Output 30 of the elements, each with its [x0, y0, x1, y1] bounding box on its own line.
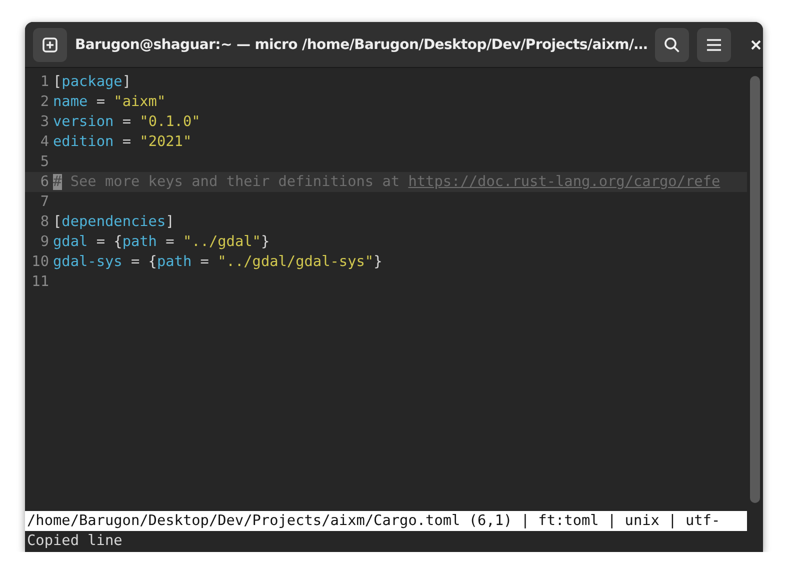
message-line: Copied line: [26, 532, 124, 551]
plus-square-icon: [42, 36, 58, 52]
close-icon: [751, 40, 762, 50]
window-title: Barugon@shaguar:~ — micro /home/Barugon/Desktop/Dev/Projects/aixm/…: [75, 36, 648, 52]
code-text: [dependencies]: [53, 213, 174, 232]
scrollbar[interactable]: [750, 76, 760, 503]
line-number: 8: [39, 213, 50, 232]
line-number: 1: [39, 73, 50, 92]
line-number: 5: [39, 153, 50, 172]
code-text: [package]: [53, 73, 131, 92]
line-number: 4: [39, 133, 50, 152]
line-number: 6: [39, 173, 50, 192]
code-text: gdal = {path = "../gdal"}: [53, 233, 270, 252]
line-number: 3: [39, 113, 50, 132]
line-number: 7: [39, 193, 50, 212]
code-text: name = "aixm": [53, 93, 166, 112]
code-text: # See more keys and their definitions at https://doc.rust-lang.org/cargo/refe: [53, 173, 720, 192]
line-number: 9: [39, 233, 50, 252]
menu-button[interactable]: [697, 28, 732, 62]
search-button[interactable]: [655, 28, 690, 62]
code-text: version = "0.1.0": [53, 113, 200, 132]
line-number: 10: [30, 253, 50, 272]
code-text: edition = "2021": [53, 133, 192, 152]
status-bar: /home/Barugon/Desktop/Dev/Projects/aixm/Cargo.toml (6,1) | ft:toml | unix | utf-: [25, 511, 747, 531]
code-text: gdal-sys = {path = "../gdal/gdal-sys"}: [53, 253, 382, 272]
line-number: 11: [30, 273, 50, 292]
line-number: 2: [39, 93, 50, 112]
new-tab-button[interactable]: [33, 28, 67, 62]
search-icon: [664, 36, 680, 52]
menu-icon: [706, 38, 722, 52]
